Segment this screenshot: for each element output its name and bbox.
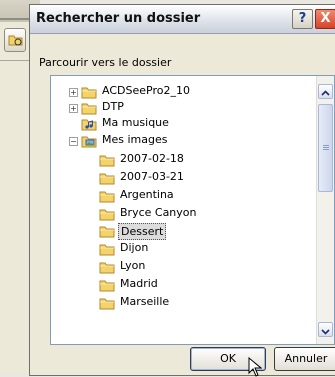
tree-item[interactable]: Lyon xyxy=(51,259,316,276)
folder-icon xyxy=(99,171,115,188)
folder-icon xyxy=(99,224,115,241)
pictures-folder-icon xyxy=(81,134,97,151)
thumb-grip xyxy=(323,145,329,146)
dialog-title: Rechercher un dossier xyxy=(36,11,201,26)
tree-item-label: 2007-02-18 xyxy=(120,152,184,165)
tree-item[interactable]: + DTP xyxy=(51,100,316,117)
chevron-up-icon xyxy=(321,90,330,96)
folder-icon xyxy=(99,153,115,170)
folder-icon xyxy=(81,85,97,102)
folder-icon xyxy=(81,101,97,118)
tree-item[interactable]: 2007-03-21 xyxy=(51,170,316,187)
tree-item-label: Mes images xyxy=(102,133,168,146)
tree-item[interactable]: 2007-02-18 xyxy=(51,152,316,169)
tree-item-label: Marseille xyxy=(120,295,170,308)
folder-icon xyxy=(99,189,115,206)
tree-item-label: Dijon xyxy=(120,241,149,254)
tree-item-label: Argentina xyxy=(120,188,174,201)
collapse-icon[interactable]: − xyxy=(69,137,78,146)
tree-item[interactable]: Madrid xyxy=(51,277,316,294)
background-window-edge xyxy=(0,60,30,61)
thumb-grip xyxy=(323,149,329,150)
background-folder-button[interactable] xyxy=(4,28,26,52)
folder-tree[interactable]: Marseille Madrid Lyon Dijon Dessert Bryce Can… xyxy=(50,75,335,345)
tree-item[interactable]: − Mes images xyxy=(51,133,316,150)
scrollbar-thumb[interactable] xyxy=(318,104,333,192)
help-button[interactable]: ? xyxy=(292,9,313,29)
tree-item-label: Madrid xyxy=(120,277,158,290)
background-window-divider xyxy=(0,18,30,20)
folder-icon xyxy=(99,207,115,224)
tree-item-label: Bryce Canyon xyxy=(120,206,197,219)
tree-item-label: Dessert xyxy=(118,223,167,240)
mouse-cursor-icon xyxy=(248,357,262,377)
tree-item[interactable]: Dijon xyxy=(51,241,316,258)
tree-item[interactable]: Marseille xyxy=(51,295,316,312)
close-button[interactable]: X xyxy=(315,9,335,29)
scroll-down-button[interactable] xyxy=(318,322,333,337)
expand-icon[interactable]: + xyxy=(69,88,78,97)
music-folder-icon xyxy=(81,117,97,134)
folder-search-icon xyxy=(8,35,23,46)
tree-item-label: Lyon xyxy=(120,259,146,272)
tree-item[interactable]: Ma musique xyxy=(51,116,316,133)
folder-icon xyxy=(99,296,115,313)
scroll-up-button[interactable] xyxy=(318,84,333,99)
vertical-scrollbar[interactable] xyxy=(316,76,334,344)
tree-item-label: Ma musique xyxy=(102,116,169,129)
expand-icon[interactable]: + xyxy=(69,104,78,113)
tree-item-label: 2007-03-21 xyxy=(120,170,184,183)
tree-item[interactable]: Dessert xyxy=(51,223,316,240)
browse-folder-dialog: Rechercher un dossier ? X Parcourir vers… xyxy=(29,4,335,377)
title-bar[interactable]: Rechercher un dossier ? X xyxy=(30,5,335,34)
chevron-down-icon xyxy=(321,329,330,335)
folder-icon xyxy=(99,260,115,277)
tree-item[interactable]: Bryce Canyon xyxy=(51,206,316,223)
folder-icon xyxy=(99,242,115,259)
cancel-button[interactable]: Annuler xyxy=(274,347,335,371)
folder-icon xyxy=(99,278,115,295)
tree-item-label: ACDSeePro2_10 xyxy=(102,84,190,97)
dialog-prompt: Parcourir vers le dossier xyxy=(39,56,172,69)
tree-item[interactable]: Argentina xyxy=(51,188,316,205)
tree-item-label: DTP xyxy=(102,100,124,113)
background-window xyxy=(0,0,40,374)
tree-item[interactable]: + ACDSeePro2_10 xyxy=(51,84,316,101)
thumb-grip xyxy=(323,147,329,148)
